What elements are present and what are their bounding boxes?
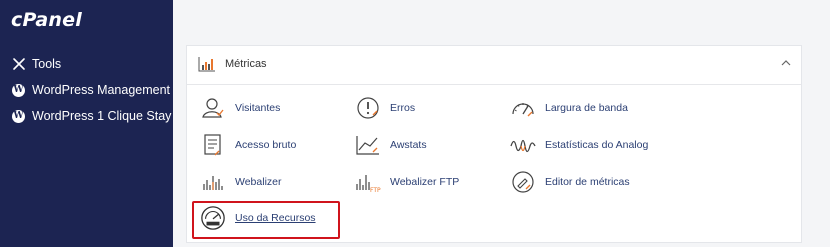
- visitors-link[interactable]: Visitantes: [200, 95, 280, 121]
- awstats-icon: [355, 132, 381, 158]
- metrics-chart-icon: [198, 56, 216, 77]
- wordpress-icon: W: [12, 83, 25, 97]
- raw-access-link[interactable]: Acesso bruto: [200, 132, 296, 158]
- sidebar: cPanel Tools W WordPress Management W Wo…: [0, 0, 173, 247]
- item-label: Acesso bruto: [235, 139, 297, 151]
- tools-icon: [11, 57, 26, 72]
- panel-header[interactable]: Métricas: [187, 46, 801, 85]
- highlight-box: [192, 201, 340, 239]
- item-label: Erros: [390, 102, 416, 114]
- analog-stats-link[interactable]: Estatísticas do Analog: [510, 132, 648, 158]
- main-content: Métricas Visitantes Erros Largura de ban…: [173, 0, 830, 247]
- bandwidth-link[interactable]: Largura de banda: [510, 95, 628, 121]
- metrics-editor-link[interactable]: Editor de métricas: [510, 169, 630, 195]
- raw-access-icon: [200, 132, 226, 158]
- sidebar-item-wordpress-management[interactable]: W WordPress Management: [11, 80, 170, 100]
- svg-text:FTP: FTP: [370, 187, 381, 194]
- metrics-panel: Métricas Visitantes Erros Largura de ban…: [186, 45, 802, 243]
- panel-title: Métricas: [225, 58, 267, 70]
- item-label: Editor de métricas: [545, 176, 630, 188]
- sidebar-item-tools[interactable]: Tools: [11, 54, 61, 74]
- sidebar-item-wordpress-1-clique-stay[interactable]: W WordPress 1 Clique Stay: [11, 106, 171, 126]
- sidebar-item-label: Tools: [32, 57, 62, 71]
- visitors-icon: [200, 95, 226, 121]
- webalizer-link[interactable]: Webalizer: [200, 169, 282, 195]
- analog-stats-icon: [510, 132, 536, 158]
- errors-link[interactable]: Erros: [355, 95, 415, 121]
- item-label: Awstats: [390, 139, 427, 151]
- awstats-link[interactable]: Awstats: [355, 132, 427, 158]
- wordpress-icon: W: [12, 109, 25, 123]
- item-label: Webalizer: [235, 176, 282, 188]
- sidebar-item-label: WordPress Management: [32, 83, 171, 97]
- item-label: Largura de banda: [545, 102, 628, 114]
- webalizer-ftp-icon: FTP: [355, 169, 381, 195]
- chevron-up-icon[interactable]: [781, 58, 791, 70]
- cpanel-logo[interactable]: cPanel: [11, 9, 82, 31]
- sidebar-item-label: WordPress 1 Clique Stay: [32, 109, 172, 123]
- metrics-editor-icon: [510, 169, 536, 195]
- item-label: Visitantes: [235, 102, 281, 114]
- bandwidth-icon: [510, 95, 536, 121]
- item-label: Webalizer FTP: [390, 176, 460, 188]
- errors-icon: [355, 95, 381, 121]
- webalizer-ftp-link[interactable]: FTP Webalizer FTP: [355, 169, 459, 195]
- webalizer-icon: [200, 169, 226, 195]
- item-label: Estatísticas do Analog: [545, 139, 649, 151]
